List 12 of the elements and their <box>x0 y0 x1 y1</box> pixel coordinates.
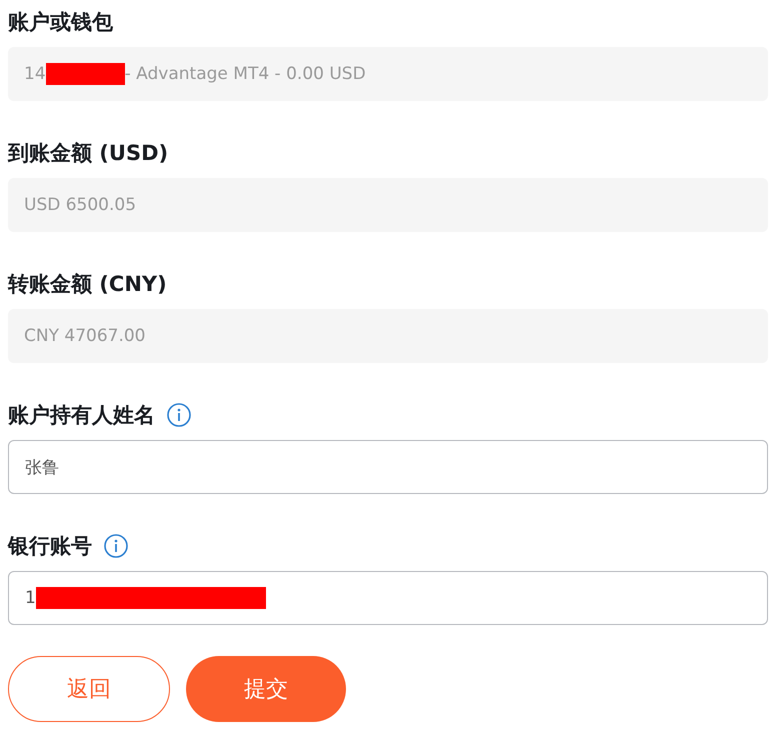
info-icon[interactable] <box>167 403 191 427</box>
info-icon[interactable] <box>104 534 128 558</box>
field-label: 到账金额 (USD) <box>8 140 168 167</box>
readonly-field: USD 6500.05 <box>8 178 768 232</box>
field-label: 账户持有人姓名 <box>8 402 155 429</box>
field-label: 银行账号 <box>8 533 92 560</box>
field-label: 转账金额 (CNY) <box>8 271 167 298</box>
readonly-field: CNY 47067.00 <box>8 309 768 363</box>
input-field[interactable]: 张鲁 <box>8 440 768 494</box>
readonly-field: 14 - Advantage MT4 - 0.00 USD <box>8 47 768 101</box>
input-field[interactable]: 1 <box>8 571 768 625</box>
field-label: 账户或钱包 <box>8 9 113 36</box>
